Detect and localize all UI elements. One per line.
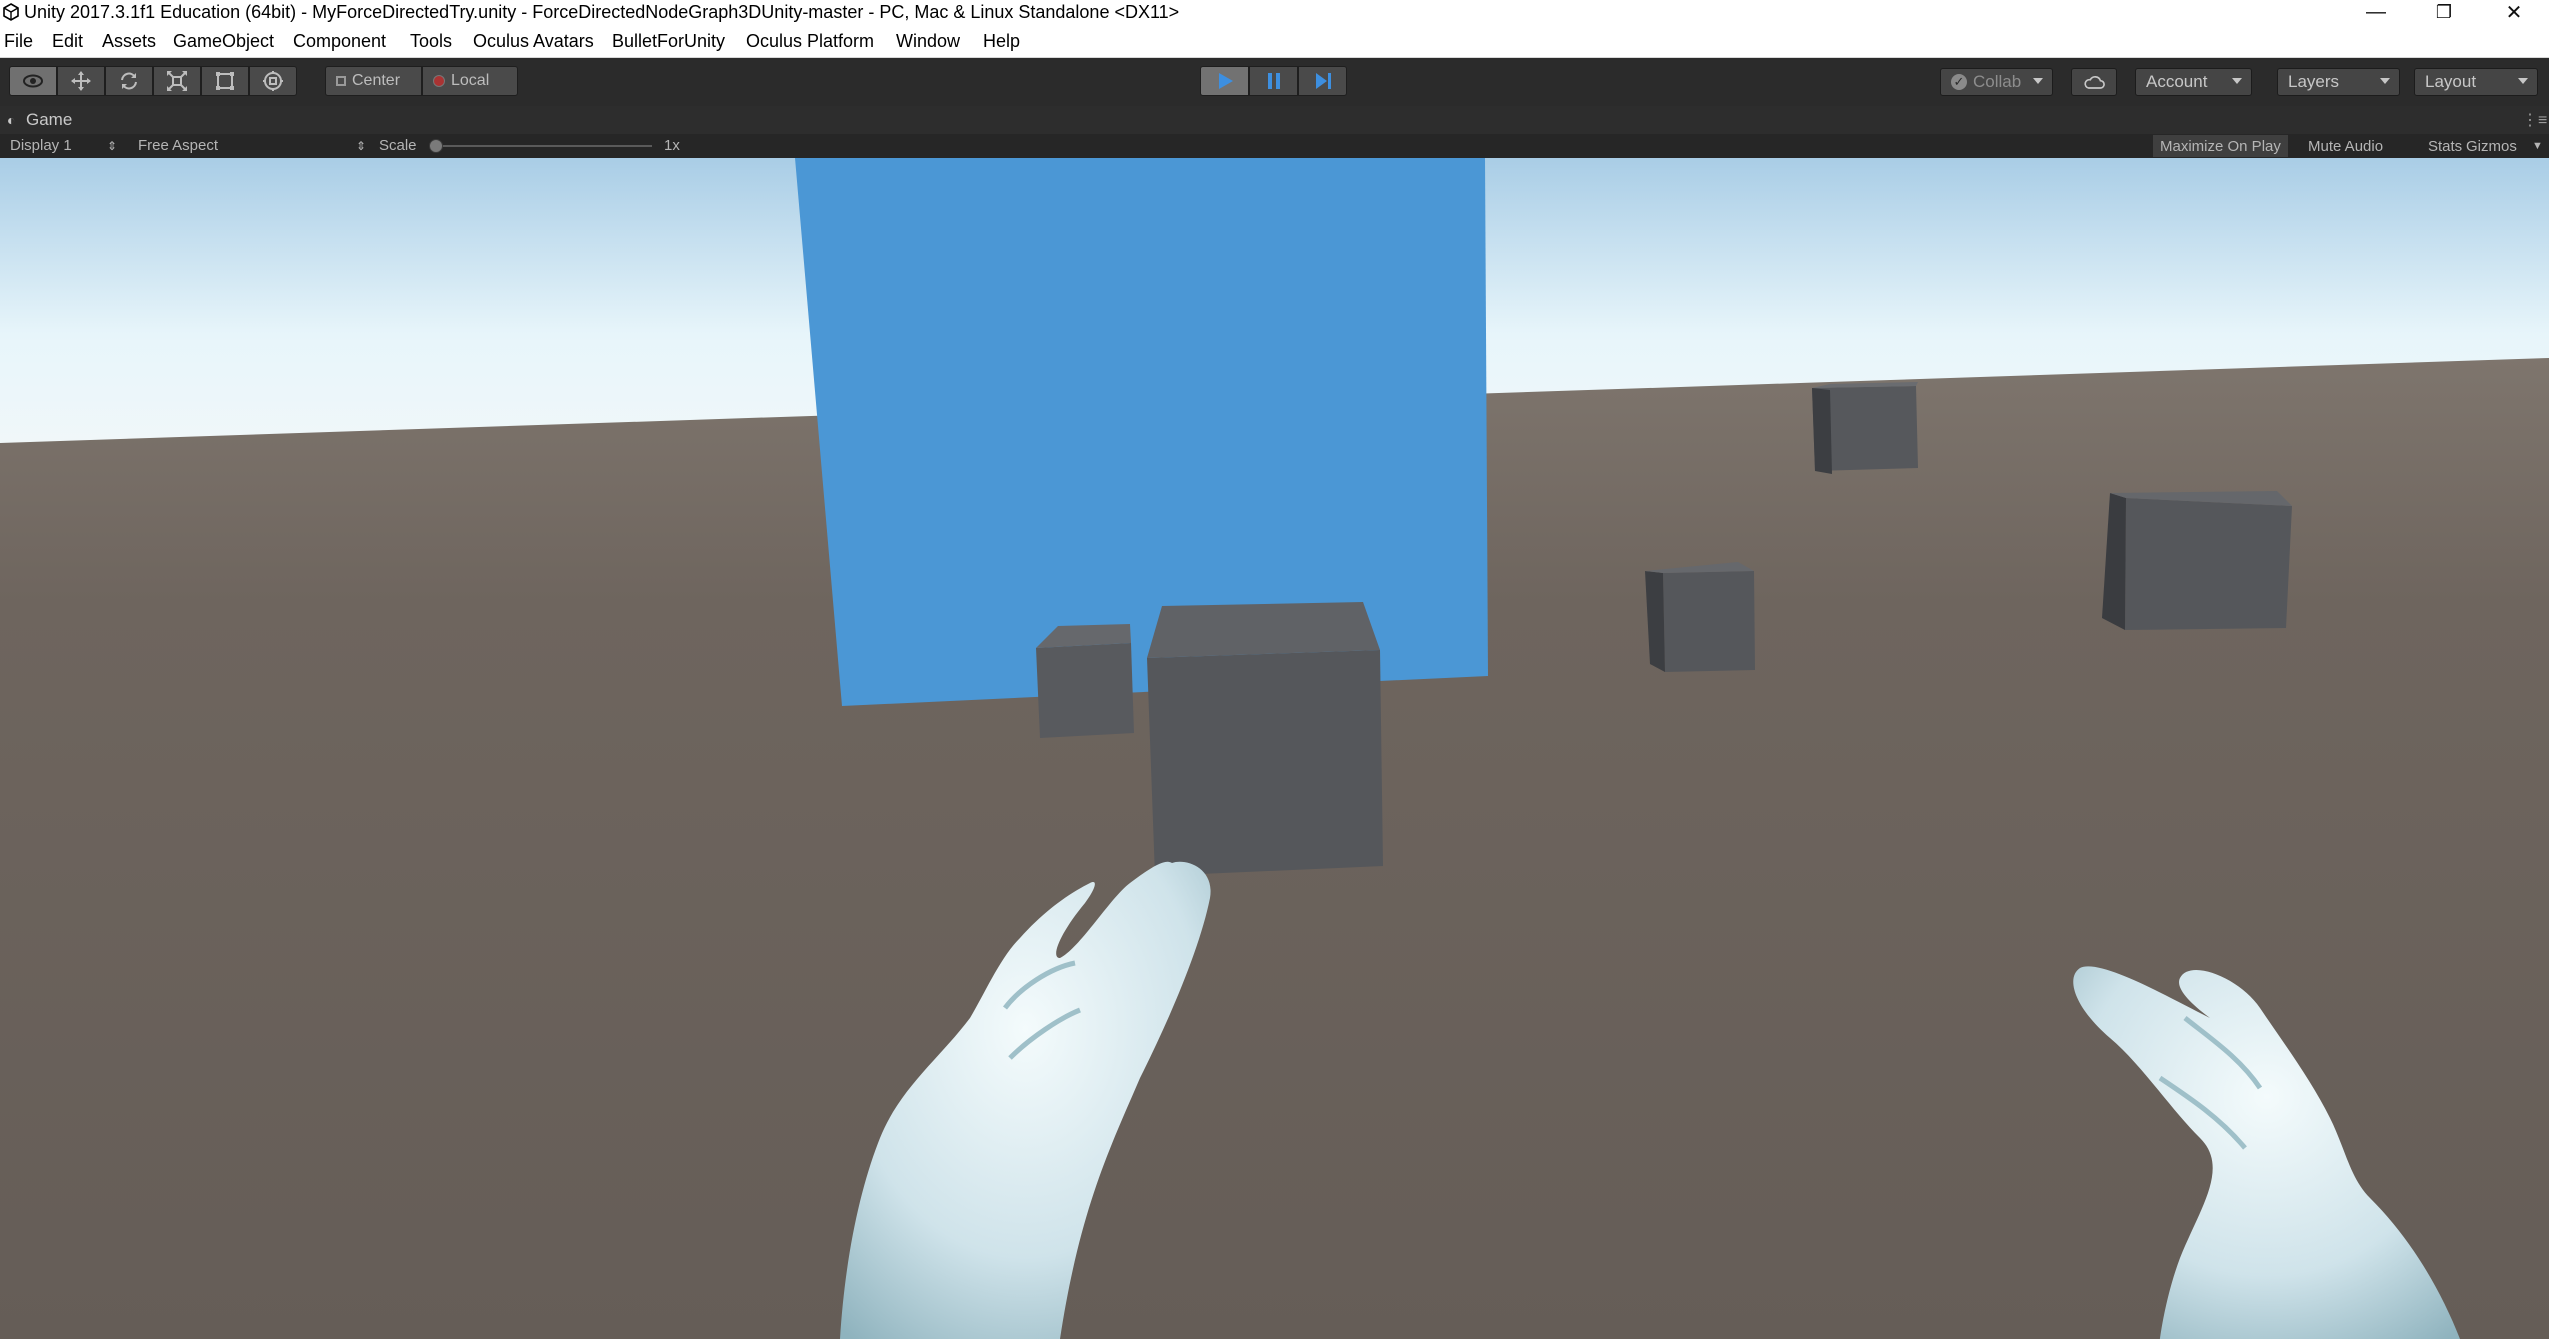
view-tool-button[interactable]	[9, 66, 57, 96]
game-viewport[interactable]	[0, 158, 2549, 1339]
layout-dropdown[interactable]: Layout	[2414, 68, 2538, 96]
menu-oculus-platform[interactable]: Oculus Platform	[746, 30, 874, 52]
step-button[interactable]	[1298, 66, 1347, 96]
game-tab-bar: ◐ Game ⋮≡	[0, 106, 2549, 134]
rotate-tool-icon	[121, 72, 137, 90]
maximize-on-play-toggle[interactable]: Maximize On Play	[2153, 135, 2288, 157]
collab-check-icon: ✓	[1951, 74, 1967, 90]
close-icon: ✕	[2505, 2, 2523, 24]
cloud-button[interactable]	[2071, 68, 2117, 96]
account-label: Account	[2146, 72, 2208, 91]
unity-logo-icon	[3, 3, 19, 21]
mute-audio-toggle[interactable]: Mute Audio	[2301, 135, 2390, 157]
rect-tool-button[interactable]	[201, 66, 249, 96]
menu-help[interactable]: Help	[983, 30, 1020, 52]
cube	[1147, 602, 1383, 876]
close-button[interactable]: ✕	[2480, 0, 2548, 25]
menu-gameobject[interactable]: GameObject	[173, 30, 274, 52]
chevron-down-icon	[2380, 78, 2390, 84]
restore-icon: ❐	[2435, 2, 2453, 22]
chevron-down-icon	[2518, 78, 2528, 84]
game-controller-icon: ◐	[7, 112, 16, 128]
menu-bar: File Edit Assets GameObject Component To…	[0, 25, 2549, 58]
pivot-label: Center	[352, 72, 401, 89]
scale-tool-button[interactable]	[153, 66, 201, 96]
game-view-options-bar: Display 1 ⇕ Free Aspect ⇕ Scale 1x Maxim…	[0, 134, 2549, 159]
step-icon	[1315, 73, 1331, 89]
cube	[1645, 562, 1755, 672]
menu-oculus-avatars[interactable]: Oculus Avatars	[473, 30, 594, 52]
chevron-down-icon	[2033, 78, 2043, 84]
collab-label: Collab	[1973, 72, 2022, 91]
chevron-down-icon	[2232, 78, 2242, 84]
cube	[2102, 491, 2292, 630]
move-tool-icon	[71, 71, 91, 91]
menu-bulletforunity[interactable]: BulletForUnity	[612, 30, 725, 52]
display-select-arrows-icon: ⇕	[107, 139, 118, 153]
restore-button[interactable]: ❐	[2410, 0, 2478, 25]
aspect-select-arrows-icon: ⇕	[356, 139, 367, 153]
tab-game[interactable]: Game	[26, 110, 72, 130]
menu-assets[interactable]: Assets	[102, 30, 156, 52]
menu-file[interactable]: File	[4, 30, 33, 52]
minimize-button[interactable]: —	[2342, 0, 2410, 25]
scale-slider-handle[interactable]	[429, 139, 443, 153]
transform-tool-icon	[263, 71, 283, 91]
aspect-select[interactable]: Free Aspect	[138, 137, 218, 154]
scale-value: 1x	[664, 137, 680, 154]
rect-tool-icon	[216, 72, 234, 90]
space-label: Local	[451, 72, 490, 89]
title-bar: Unity 2017.3.1f1 Education (64bit) - MyF…	[0, 0, 2549, 25]
menu-window[interactable]: Window	[896, 30, 960, 52]
move-tool-button[interactable]	[57, 66, 105, 96]
account-dropdown[interactable]: Account	[2135, 68, 2252, 96]
menu-edit[interactable]: Edit	[52, 30, 83, 52]
cube	[1812, 382, 1918, 474]
play-icon	[1218, 73, 1233, 89]
scale-label: Scale	[379, 137, 417, 154]
scale-slider-track[interactable]	[432, 145, 652, 147]
pause-icon	[1267, 73, 1280, 89]
display-select[interactable]: Display 1	[10, 137, 72, 154]
gizmos-dropdown[interactable]: Gizmos	[2459, 135, 2524, 157]
layout-label: Layout	[2425, 72, 2477, 91]
panel-menu-icon[interactable]: ⋮≡	[2522, 110, 2547, 130]
blue-panel	[795, 158, 1488, 706]
collab-dropdown[interactable]: ✓ Collab	[1940, 68, 2053, 96]
menu-component[interactable]: Component	[293, 30, 386, 52]
pivot-center-toggle[interactable]: Center	[325, 66, 422, 96]
cube	[1036, 624, 1134, 738]
layers-label: Layers	[2288, 72, 2340, 91]
transform-tool-button[interactable]	[249, 66, 297, 96]
minimize-icon: —	[2366, 1, 2386, 23]
local-space-icon	[433, 75, 445, 87]
pivot-local-toggle[interactable]: Local	[422, 66, 518, 96]
main-toolbar: Center Local ✓ Collab Account Layers Lay…	[0, 58, 2549, 106]
cloud-icon	[2084, 75, 2105, 89]
play-button[interactable]	[1200, 66, 1249, 96]
layers-dropdown[interactable]: Layers	[2277, 68, 2400, 96]
chevron-down-icon: ▼	[2532, 140, 2543, 152]
scene-render	[0, 158, 2549, 1339]
pause-button[interactable]	[1249, 66, 1298, 96]
view-tool-icon	[23, 74, 43, 88]
scale-tool-icon	[167, 71, 187, 91]
rotate-tool-button[interactable]	[105, 66, 153, 96]
pivot-icon	[336, 76, 346, 86]
window-title: Unity 2017.3.1f1 Education (64bit) - MyF…	[24, 2, 1180, 22]
menu-tools[interactable]: Tools	[410, 30, 452, 52]
